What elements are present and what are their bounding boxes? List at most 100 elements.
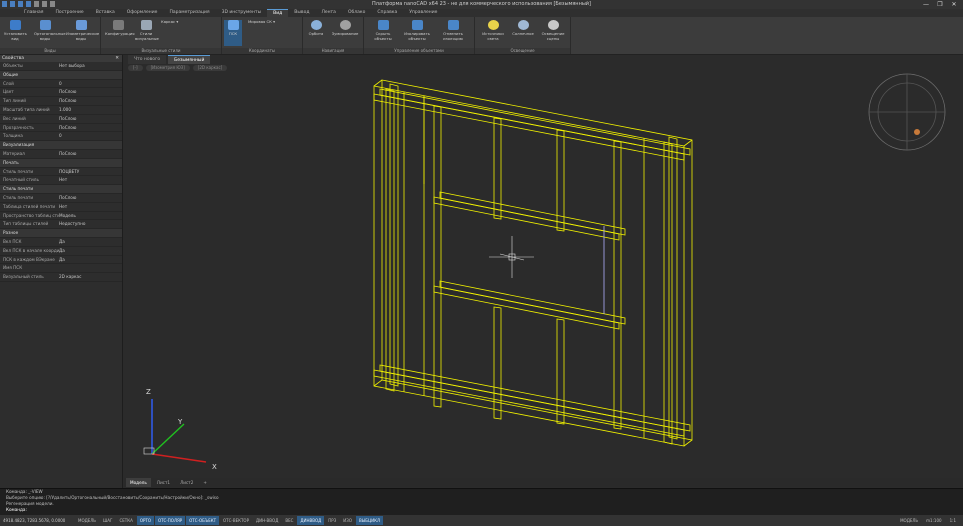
property-value[interactable]: ПоСлою bbox=[59, 97, 122, 105]
iso-views-button[interactable]: Изометрические виды bbox=[66, 20, 99, 41]
tab-model[interactable]: Модель bbox=[126, 478, 151, 487]
property-value[interactable]: 0 bbox=[59, 80, 122, 88]
ucs-button[interactable]: ПСК bbox=[224, 20, 242, 46]
property-value[interactable]: 2D каркас bbox=[59, 273, 122, 281]
set-view-button[interactable]: Установить вид bbox=[4, 20, 27, 41]
property-value[interactable] bbox=[59, 71, 122, 79]
property-section[interactable]: Общие bbox=[0, 70, 122, 80]
property-value[interactable]: ПоСлою bbox=[59, 194, 122, 202]
status-toggle[interactable]: ОРТО bbox=[136, 516, 154, 525]
property-value[interactable] bbox=[59, 185, 122, 193]
scene-lighting-button[interactable]: Освещение сцены bbox=[539, 20, 567, 41]
status-toggle[interactable]: ИЗО bbox=[340, 516, 355, 525]
property-value[interactable]: ПоСлою bbox=[59, 115, 122, 123]
status-toggle[interactable]: ОТС-ОБЪЕКТ bbox=[186, 516, 220, 525]
status-toggle[interactable]: ДИНВВОД bbox=[297, 516, 325, 525]
sun-button[interactable]: Солнечное bbox=[509, 20, 537, 37]
property-section[interactable]: Печать bbox=[0, 158, 122, 168]
minimize-button[interactable]: — bbox=[919, 0, 933, 9]
tab-help[interactable]: Справка bbox=[371, 9, 403, 17]
property-row[interactable]: Материал ПоСлою bbox=[0, 150, 122, 159]
tab-sheet1[interactable]: Лист1 bbox=[153, 478, 174, 487]
property-row[interactable]: Объекты Нет выбора bbox=[0, 62, 122, 71]
command-line[interactable]: Команда: _-VIEW Выберите опцию: [?/Удали… bbox=[0, 488, 963, 516]
config-button[interactable]: Конфигурация bbox=[105, 20, 135, 37]
world-ucs-dropdown[interactable]: Мировая СК ▾ bbox=[248, 19, 298, 25]
status-toggle[interactable]: ВЕС bbox=[282, 516, 296, 525]
property-row[interactable]: Таблица стилей печати Нет bbox=[0, 203, 122, 212]
light-sources-button[interactable]: Источники света bbox=[479, 20, 507, 41]
property-value[interactable]: Да bbox=[59, 238, 122, 246]
tab-ribbon[interactable]: Лента bbox=[315, 9, 341, 17]
property-value[interactable]: 0 bbox=[59, 132, 122, 140]
tab-home[interactable]: Главная bbox=[18, 9, 49, 17]
property-row[interactable]: Вкл ПСК в начале координатДа bbox=[0, 247, 122, 256]
status-toggle[interactable]: СЕТКА bbox=[116, 516, 135, 525]
tab-draw[interactable]: Построение bbox=[49, 9, 89, 17]
property-row[interactable]: Визуальный стиль 2D каркас bbox=[0, 273, 122, 282]
property-value[interactable] bbox=[59, 159, 122, 167]
tab-output[interactable]: Вывод bbox=[288, 9, 315, 17]
property-section[interactable]: Визуализация bbox=[0, 141, 122, 150]
drawing-viewport[interactable]: [-] [Изометрия ЮЗ] [2D каркас] Z Y X bbox=[124, 64, 963, 478]
property-value[interactable] bbox=[59, 141, 122, 149]
ortho-views-button[interactable]: Ортогональные виды bbox=[34, 20, 66, 41]
status-toggle[interactable]: ШАГ bbox=[100, 516, 115, 525]
close-button[interactable]: ✕ bbox=[947, 0, 961, 9]
property-row[interactable]: Слой 0 bbox=[0, 80, 122, 89]
property-value[interactable] bbox=[59, 229, 122, 237]
tab-manage[interactable]: Управление bbox=[403, 9, 443, 17]
property-value[interactable]: ПоСлою bbox=[59, 150, 122, 158]
status-toggle[interactable]: МОДЕЛЬ bbox=[75, 516, 99, 525]
property-value[interactable]: Нет bbox=[59, 203, 122, 211]
viewport-scale[interactable]: 1:1 bbox=[947, 516, 959, 525]
tab-whats-new[interactable]: Что нового bbox=[128, 55, 167, 64]
annotation-scale[interactable]: m1:100 bbox=[923, 516, 944, 525]
tab-parametric[interactable]: Параметризация bbox=[163, 9, 215, 17]
property-row[interactable]: Вкл ПСК Да bbox=[0, 238, 122, 247]
property-value[interactable]: Нет выбора bbox=[59, 62, 122, 70]
property-value[interactable] bbox=[59, 264, 122, 272]
property-section[interactable]: Стиль печати bbox=[0, 185, 122, 194]
tab-3d-tools[interactable]: 3D инструменты bbox=[216, 9, 268, 17]
property-value[interactable]: Нет bbox=[59, 176, 122, 184]
add-sheet-button[interactable]: + bbox=[199, 478, 211, 487]
property-value[interactable]: ПоСлою bbox=[59, 124, 122, 132]
property-row[interactable]: Печатный стиль Нет bbox=[0, 176, 122, 186]
tab-annotate[interactable]: Оформление bbox=[121, 9, 164, 17]
property-row[interactable]: Масштаб типа линий 1.000 bbox=[0, 106, 122, 115]
status-toggle[interactable]: ОТС-ПОЛЯР bbox=[154, 516, 186, 525]
maximize-button[interactable]: ❐ bbox=[933, 0, 947, 9]
property-row[interactable]: Имя ПСК bbox=[0, 264, 122, 274]
property-row[interactable]: Прозрачность ПоСлою bbox=[0, 124, 122, 133]
property-row[interactable]: Стиль печати ПОЦВЕТУ bbox=[0, 168, 122, 177]
property-value[interactable]: Да bbox=[59, 256, 122, 264]
model-canvas[interactable]: Z Y X bbox=[124, 64, 963, 478]
tab-view[interactable]: Вид bbox=[267, 9, 289, 17]
tab-drawing[interactable]: Безымянный bbox=[168, 55, 211, 64]
property-value[interactable]: Недоступно bbox=[59, 220, 122, 228]
property-row[interactable]: Тип линий ПоСлою bbox=[0, 97, 122, 106]
close-icon[interactable]: ✕ bbox=[115, 55, 119, 62]
space-indicator[interactable]: МОДЕЛЬ bbox=[897, 516, 921, 525]
property-row[interactable]: Пространство таблиц стилейМодель bbox=[0, 212, 122, 221]
zoom-button[interactable]: Зумирование bbox=[331, 20, 359, 37]
property-value[interactable]: ПОЦВЕТУ bbox=[59, 168, 122, 176]
status-toggle[interactable]: ПРЗ bbox=[325, 516, 339, 525]
status-toggle[interactable]: ВЫБЦИКЛ bbox=[356, 516, 383, 525]
property-section[interactable]: Разное bbox=[0, 229, 122, 238]
property-row[interactable]: Цвет ПоСлою bbox=[0, 88, 122, 98]
hide-objects-button[interactable]: Скрыть объекты bbox=[368, 20, 398, 41]
property-value[interactable]: 1.000 bbox=[59, 106, 122, 114]
property-row[interactable]: Толщина 0 bbox=[0, 132, 122, 142]
property-row[interactable]: Тип таблицы стилей Недоступно bbox=[0, 220, 122, 230]
tab-cloud[interactable]: Облако bbox=[342, 9, 371, 17]
status-toggle[interactable]: ОТС-ВЕКТОР bbox=[220, 516, 252, 525]
property-value[interactable]: ПоСлою bbox=[59, 88, 122, 96]
isolate-objects-button[interactable]: Изолировать объекты bbox=[402, 20, 432, 41]
property-row[interactable]: Стиль печати ПоСлою bbox=[0, 194, 122, 203]
tab-insert[interactable]: Вставка bbox=[90, 9, 121, 17]
status-toggle[interactable]: ДИН-ВВОД bbox=[253, 516, 281, 525]
property-row[interactable]: ПСК в каждом ВЭкране Да bbox=[0, 256, 122, 265]
property-value[interactable]: Модель bbox=[59, 212, 122, 220]
